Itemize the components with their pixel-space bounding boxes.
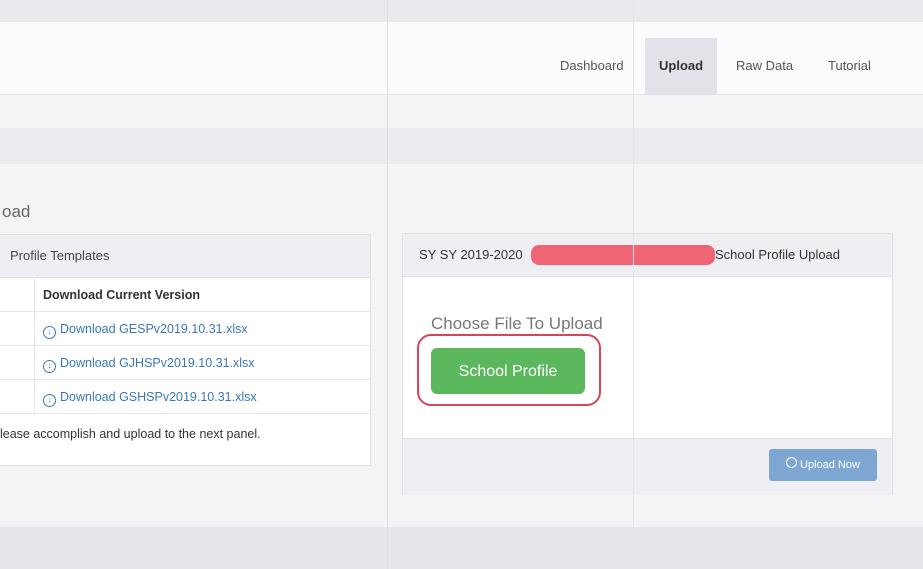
download-link-gshs[interactable]: ↓ Download GSHSPv2019.10.31.xlsx: [43, 390, 257, 407]
download-icon: ↓: [43, 360, 56, 373]
table-row: ↓ Download GESPv2019.10.31.xlsx: [0, 312, 370, 346]
school-profile-button[interactable]: School Profile: [431, 348, 585, 394]
templates-panel-title: Profile Templates: [0, 235, 370, 278]
upload-panel: SY SY 2019-2020 School Profile Upload Ch…: [402, 233, 893, 495]
download-link-label: Download GJHSPv2019.10.31.xlsx: [60, 356, 255, 370]
paper-fold-line: [387, 0, 388, 569]
download-link-gjhs[interactable]: ↓ Download GJHSPv2019.10.31.xlsx: [43, 356, 255, 373]
download-link-label: Download GESPv2019.10.31.xlsx: [60, 322, 248, 336]
bottom-bar: [0, 527, 923, 569]
upload-panel-header: SY SY 2019-2020 School Profile Upload: [403, 234, 892, 277]
upload-now-label: Upload Now: [800, 459, 860, 471]
upload-icon: [786, 457, 798, 468]
redaction-mark: [531, 245, 715, 265]
table-row: ↓ Download GJHSPv2019.10.31.xlsx: [0, 346, 370, 380]
choose-file-label: Choose File To Upload: [431, 314, 603, 333]
templates-panel: Profile Templates Download Current Versi…: [0, 234, 371, 466]
banner: [0, 128, 923, 164]
upload-now-button[interactable]: Upload Now: [769, 449, 877, 481]
table-header-row: Download Current Version: [0, 278, 370, 312]
column-header: Download Current Version: [43, 288, 200, 302]
page-title: oad: [2, 202, 31, 221]
school-year-label: SY SY 2019-2020: [419, 247, 523, 262]
download-icon: ↓: [43, 394, 56, 407]
download-link-label: Download GSHSPv2019.10.31.xlsx: [60, 390, 257, 404]
download-icon: ↓: [43, 326, 56, 339]
templates-table: Download Current Version ↓ Download GESPv…: [0, 278, 370, 414]
table-row: ↓ Download GSHSPv2019.10.31.xlsx: [0, 380, 370, 414]
nav-raw-data[interactable]: Raw Data: [722, 38, 807, 94]
navbar: Dashboard Upload Raw Data Tutorial: [0, 22, 923, 95]
paper-fold-line: [633, 0, 634, 569]
nav-tutorial[interactable]: Tutorial: [814, 38, 885, 94]
upload-panel-footer: Upload Now: [403, 438, 892, 495]
nav-dashboard[interactable]: Dashboard: [546, 38, 638, 94]
download-link-ges[interactable]: ↓ Download GESPv2019.10.31.xlsx: [43, 322, 248, 339]
top-strip: [0, 0, 923, 22]
templates-note: lease accomplish and upload to the next …: [0, 427, 261, 441]
nav-upload[interactable]: Upload: [645, 38, 718, 94]
upload-panel-title: School Profile Upload: [715, 247, 841, 262]
